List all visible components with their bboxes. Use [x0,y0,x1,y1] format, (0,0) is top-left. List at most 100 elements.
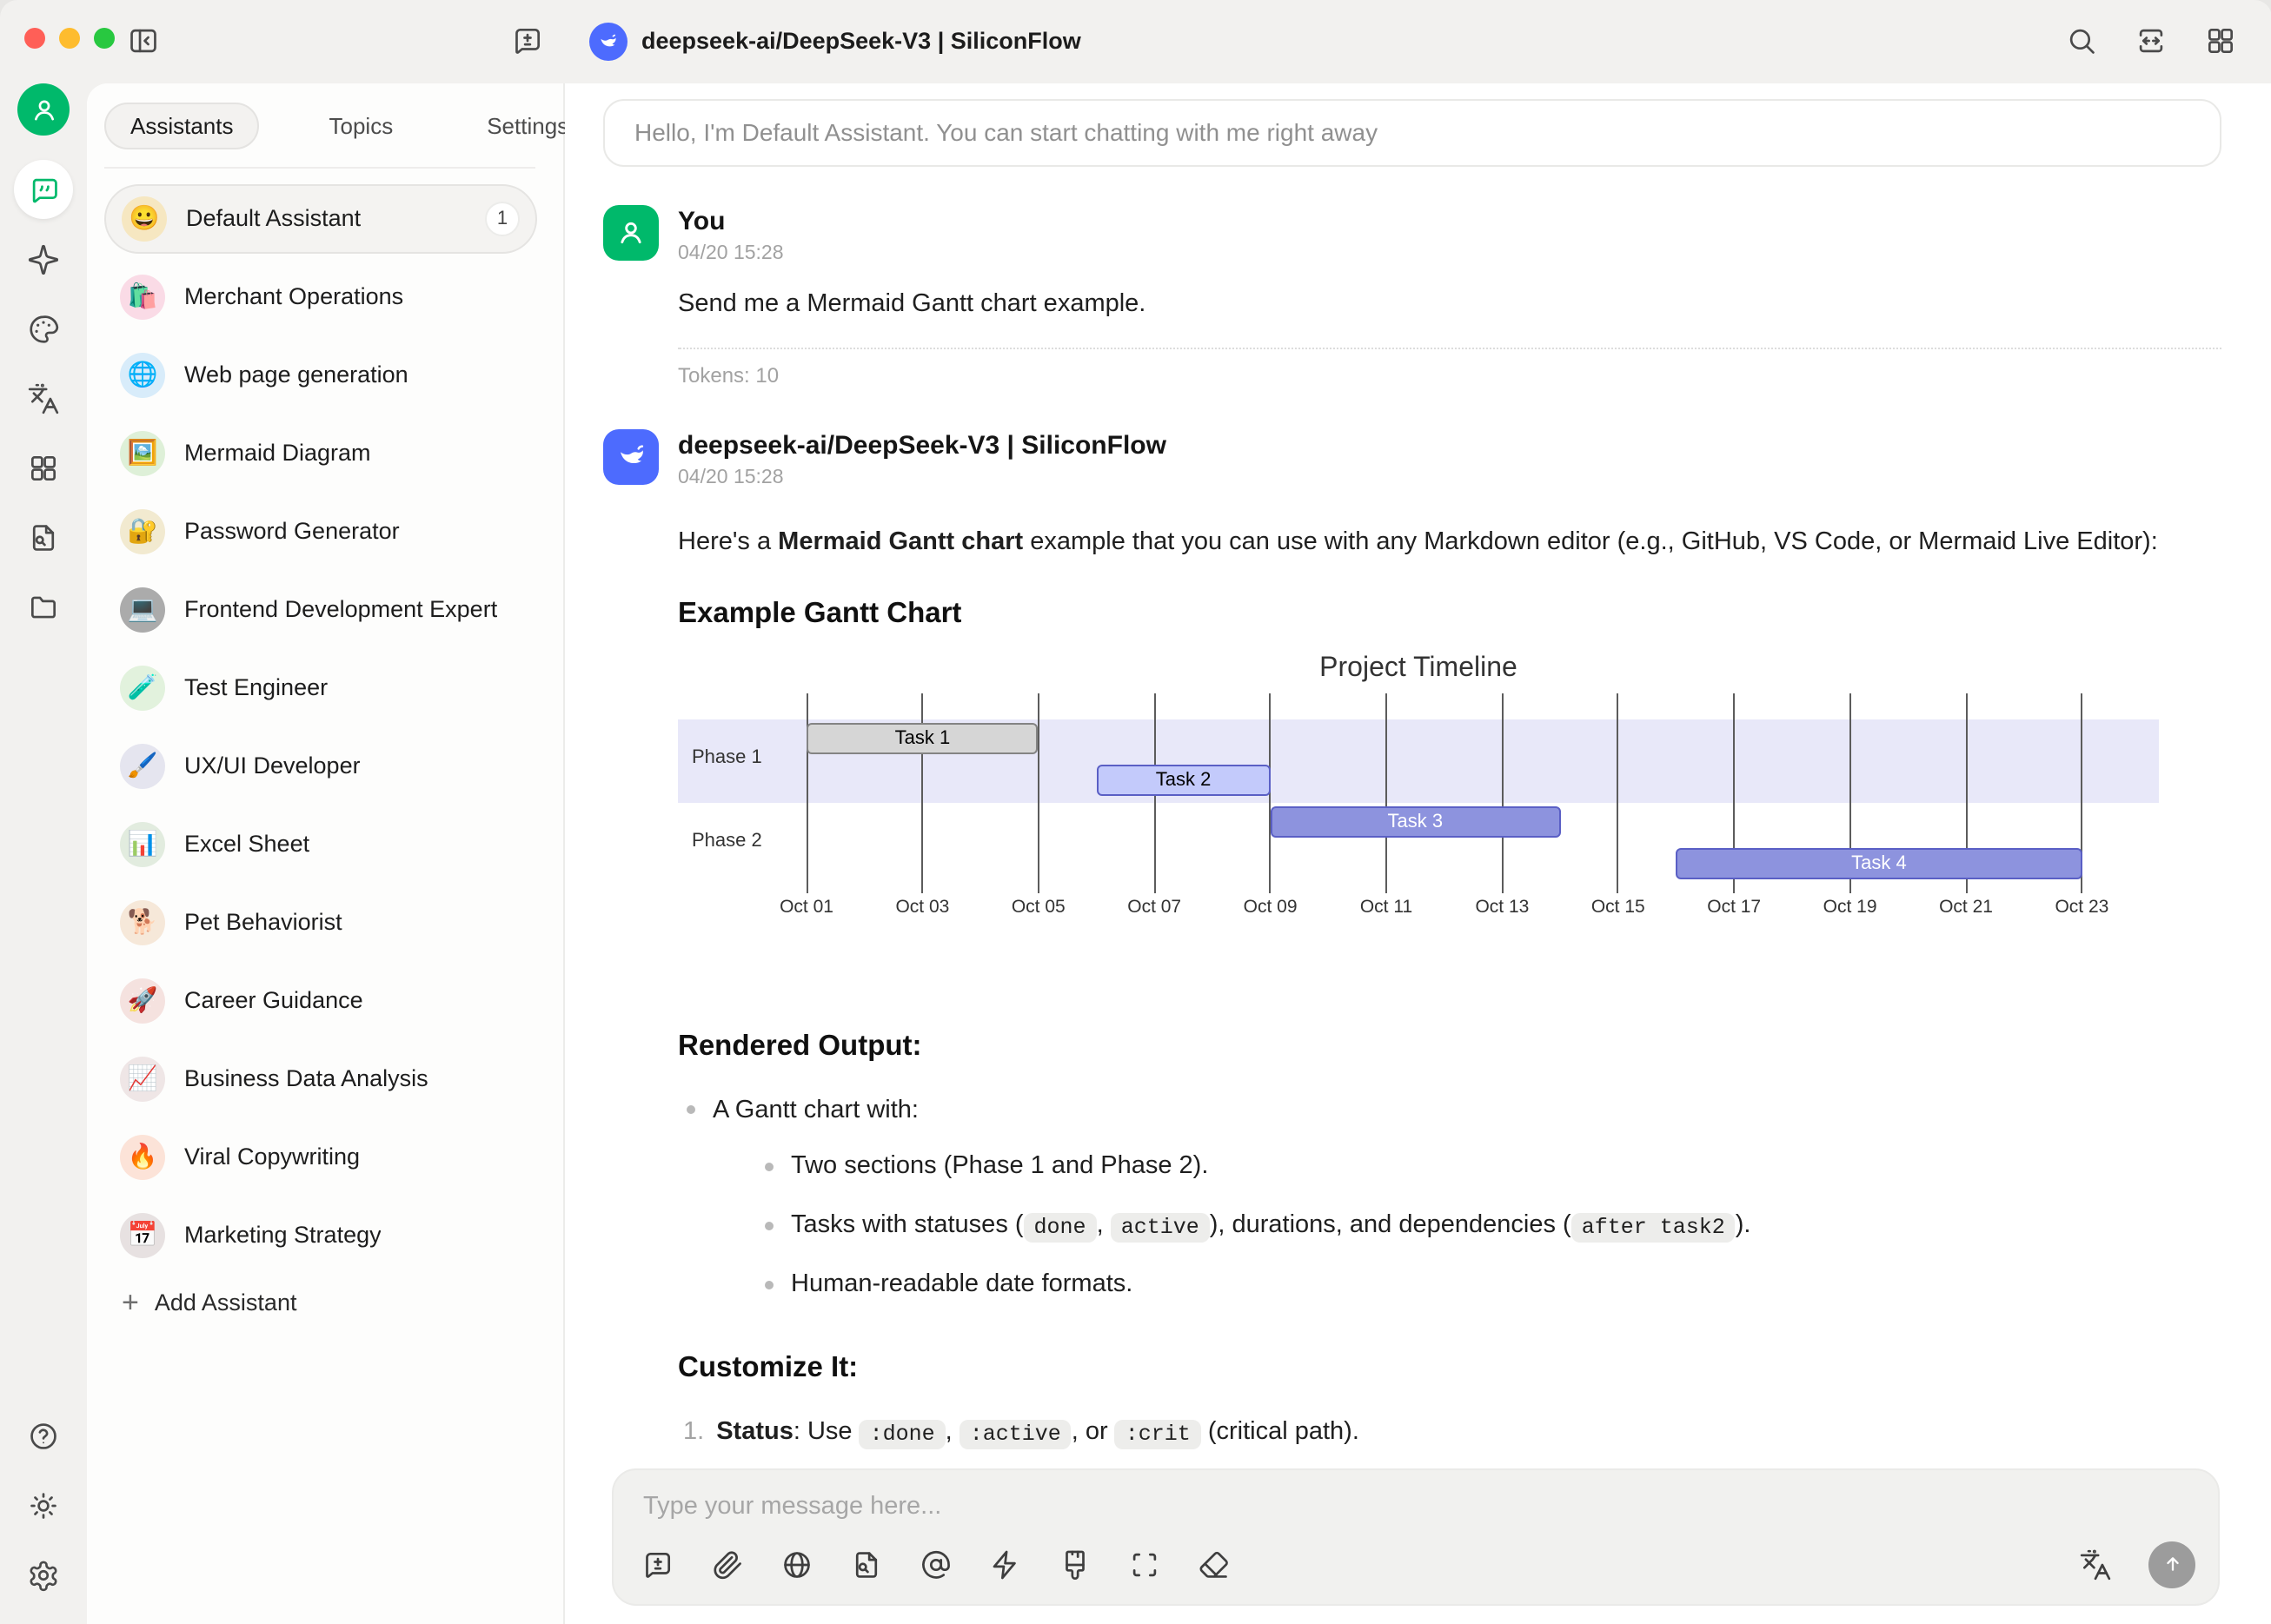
window-controls [24,28,115,49]
chat-main: Hello, I'm Default Assistant. You can st… [565,83,2271,1624]
gantt-section-label: Phase 1 [692,746,762,768]
assistant-emoji-icon: 📊 [120,821,165,866]
mention-model-icon[interactable] [920,1548,953,1581]
rail-help-icon[interactable] [27,1419,60,1452]
model-title-bar[interactable]: deepseek-ai/DeepSeek-V3 | SiliconFlow [589,22,1081,60]
user-message-header: You 04/20 15:28 [603,204,2221,263]
sidebar-assistant-item[interactable]: 📅 Marketing Strategy [104,1200,537,1269]
tab-assistants[interactable]: Assistants [104,102,260,149]
user-avatar[interactable] [17,83,70,136]
search-icon[interactable] [2064,24,2097,57]
sidebar-assistant-item[interactable]: 🔐 Password Generator [104,496,537,566]
rail-settings-icon[interactable] [27,1558,60,1591]
tabs-divider [104,166,535,168]
gantt-axis-tick-label: Oct 09 [1243,896,1298,918]
add-assistant-button[interactable]: + Add Assistant [122,1287,537,1316]
assistant-emoji-icon: 🖌️ [120,743,165,788]
quick-phrases-icon[interactable] [989,1548,1022,1581]
topic-count-badge: 1 [485,201,520,235]
gantt-grid-line [1501,693,1504,893]
send-arrow-icon [2158,1550,2186,1578]
sidebar-assistant-item[interactable]: 🧪 Test Engineer [104,653,537,722]
minimize-window-button[interactable] [59,28,80,49]
sidebar-assistant-item[interactable]: 🚀 Career Guidance [104,965,537,1035]
rail-chat-item[interactable] [14,160,73,219]
assistant-item-label: Password Generator [184,518,400,544]
sidebar-assistant-item[interactable]: 😀 Default Assistant 1 [104,183,537,253]
attachment-icon[interactable] [711,1548,744,1581]
paintbrush-icon[interactable] [1059,1548,1092,1581]
message-input-box[interactable]: Type your message here... [612,1468,2220,1605]
chat-scroll-area[interactable]: Hello, I'm Default Assistant. You can st… [565,83,2271,1624]
rail-theme-icon[interactable] [27,1488,60,1521]
gantt-axis-tick-label: Oct 03 [895,896,950,918]
list-item: Tasks with statuses (done, active), dura… [756,1208,2221,1246]
sidebar-assistant-item[interactable]: 🖼️ Mermaid Diagram [104,418,537,487]
rail-agents-icon[interactable] [27,243,60,276]
web-search-icon[interactable] [780,1548,813,1581]
list-item: A Gantt chart with: Two sections (Phase … [678,1093,2221,1306]
assistant-item-label: Test Engineer [184,674,329,700]
rail-minapps-icon[interactable] [27,451,60,484]
sidebar-assistant-item[interactable]: 📈 Business Data Analysis [104,1044,537,1113]
gantt-axis-tick-label: Oct 01 [780,896,833,918]
message-input-placeholder[interactable]: Type your message here... [614,1469,2218,1520]
sidebar-assistant-item[interactable]: 📊 Excel Sheet [104,809,537,878]
assistant-message-avatar[interactable] [603,428,659,484]
list-number: 1. [683,1418,705,1447]
sidebar-assistant-item[interactable]: 🛍️ Merchant Operations [104,262,537,331]
new-topic-icon[interactable] [511,24,544,57]
assistant-emoji-icon: 💻 [120,587,165,632]
close-window-button[interactable] [24,28,45,49]
apps-grid-icon[interactable] [2203,24,2236,57]
zoom-window-button[interactable] [94,28,115,49]
gantt-axis-tick-label: Oct 11 [1359,896,1413,918]
rail-files-icon[interactable] [27,590,60,623]
gantt-grid-line [1385,693,1387,893]
gantt-task-bar: Task 3 [1270,805,1561,838]
send-button[interactable] [2148,1541,2195,1588]
assistant-item-label: Marketing Strategy [184,1222,382,1248]
gantt-axis-tick-label: Oct 19 [1823,896,1877,918]
sidebar-assistant-item[interactable]: 🔥 Viral Copywriting [104,1122,537,1191]
customize-heading: Customize It: [678,1352,859,1384]
expand-chat-icon[interactable] [2134,24,2167,57]
sidebar-assistant-item[interactable]: 🌐 Web page generation [104,340,537,409]
assistant-emoji-icon: 📈 [120,1056,165,1101]
rail-translate-icon[interactable] [27,381,60,414]
assistant-message-header: deepseek-ai/DeepSeek-V3 | SiliconFlow 04… [603,428,2221,487]
gantt-task-bar: Task 1 [807,722,1039,754]
clear-context-icon[interactable] [1198,1548,1231,1581]
assistant-item-label: Merchant Operations [184,283,404,309]
tab-topics[interactable]: Topics [305,103,418,147]
sidebar-assistant-item[interactable]: 🐕 Pet Behaviorist [104,887,537,957]
left-rail [0,83,87,1624]
assistant-item-label: Career Guidance [184,987,363,1013]
message-divider [678,347,2221,348]
deepseek-logo-icon [589,22,628,60]
sidebar-tabs: Assistants Topics Settings [104,102,568,149]
gantt-section-label: Phase 2 [692,830,762,852]
knowledge-base-icon[interactable] [850,1548,883,1581]
numbered-item-status: 1. Status: Use :done, :active, or :crit (… [678,1415,2221,1453]
sidebar-assistant-item[interactable]: 🖌️ UX/UI Developer [104,731,537,800]
sidebar-assistant-item[interactable]: 💻 Frontend Development Expert [104,574,537,644]
assistant-emoji-icon: 🔥 [120,1134,165,1179]
rail-knowledge-icon[interactable] [27,520,60,553]
gantt-title: Project Timeline [1319,653,1517,683]
rail-paintings-icon[interactable] [27,313,60,346]
new-context-icon[interactable] [641,1548,674,1581]
assistant-item-label: UX/UI Developer [184,752,361,779]
translate-input-icon[interactable] [2079,1548,2112,1581]
rendered-output-list: A Gantt chart with: Two sections (Phase … [678,1093,2221,1306]
collapse-sidebar-icon[interactable] [127,24,160,57]
expand-input-icon[interactable] [1128,1548,1161,1581]
assistant-item-label: Default Assistant [186,205,362,231]
add-assistant-label: Add Assistant [154,1289,297,1315]
user-message-avatar[interactable] [603,204,659,260]
token-count: Tokens: 10 [678,362,780,387]
gantt-grid-line [806,693,807,893]
gantt-axis-tick-label: Oct 17 [1707,896,1762,918]
assistant-list: 😀 Default Assistant 1 🛍️ Merchant Operat… [87,183,563,1269]
gantt-task-bar: Task 4 [1676,847,2082,879]
